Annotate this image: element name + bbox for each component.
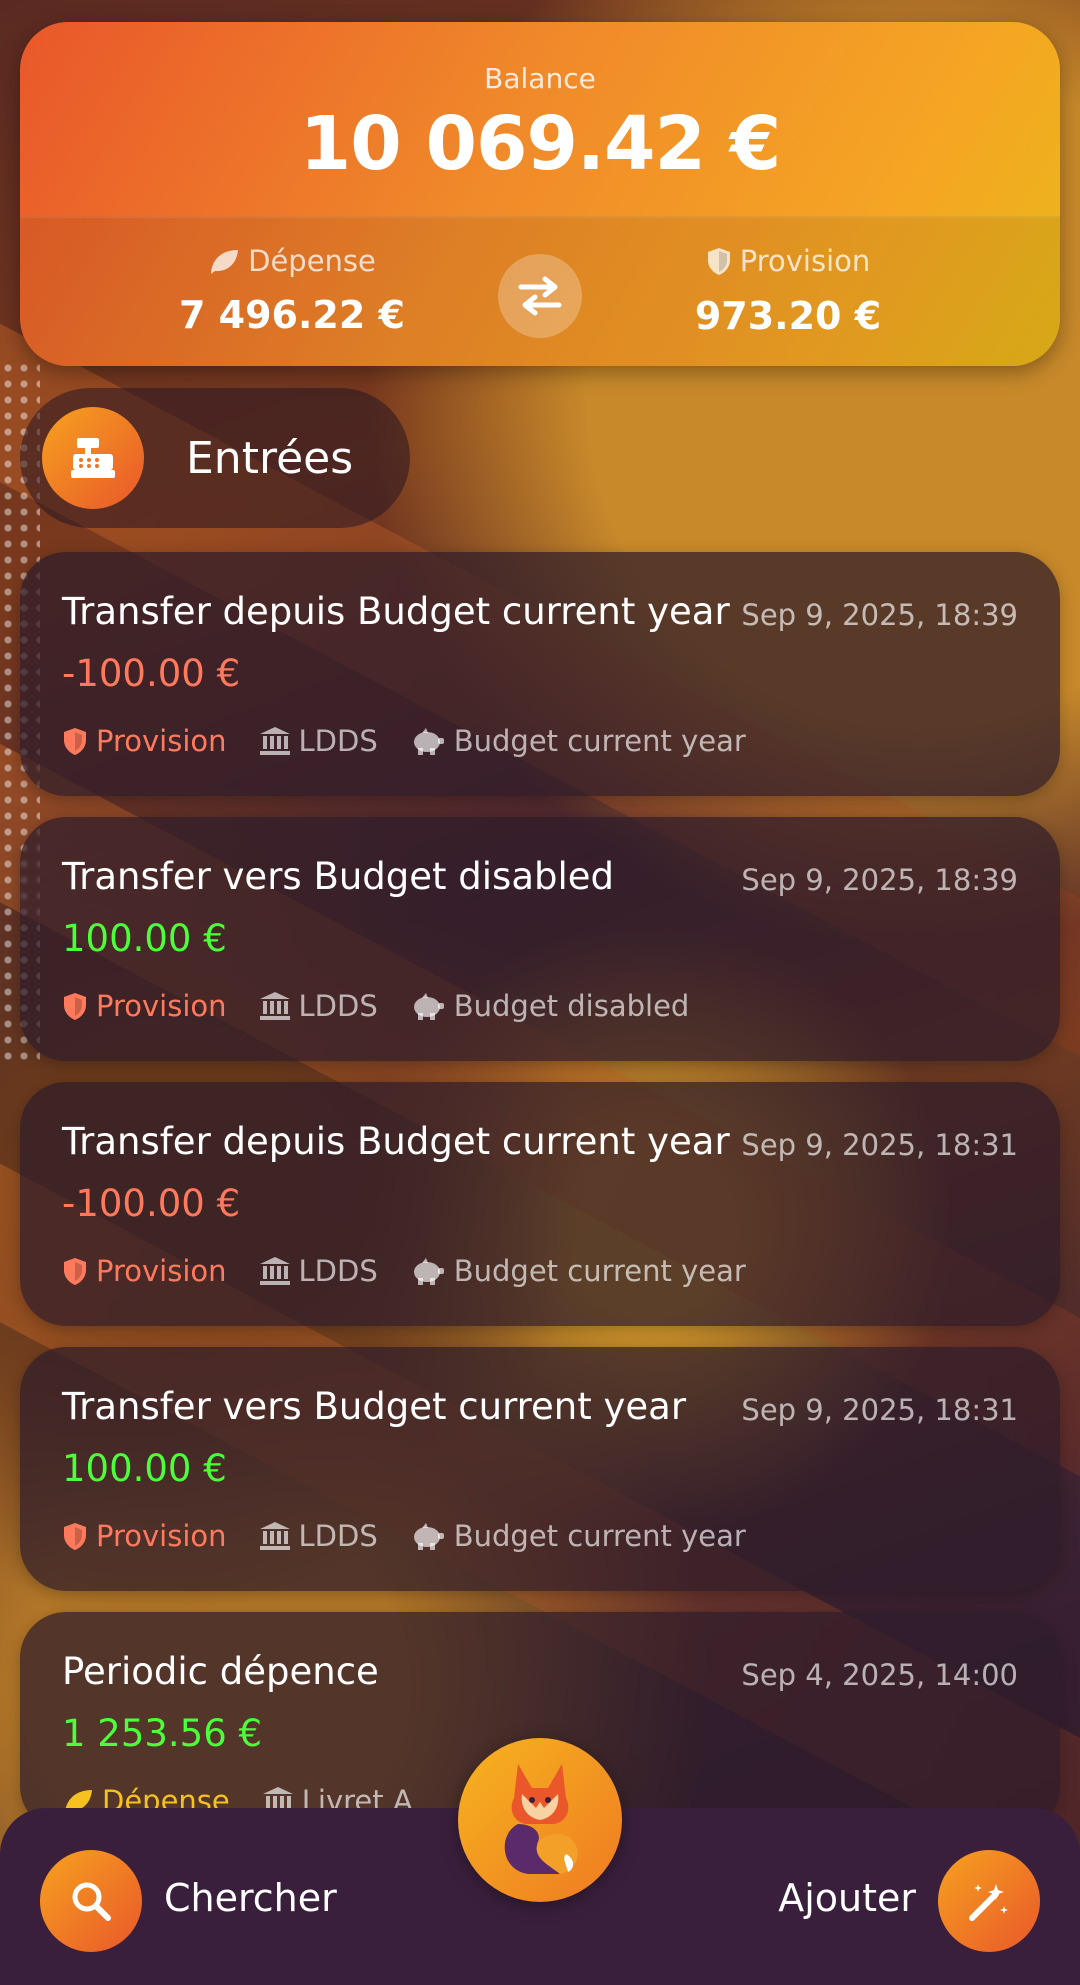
search-icon <box>72 1882 111 1921</box>
search-button[interactable] <box>40 1850 142 1952</box>
piggy-bank-icon <box>413 993 444 1020</box>
entry-title: Transfer vers Budget disabled <box>62 855 615 898</box>
entry-account: LDDS <box>298 1519 378 1553</box>
entry-date: Sep 9, 2025, 18:39 <box>741 598 1018 632</box>
bank-icon <box>259 1522 290 1550</box>
entry-title: Transfer depuis Budget current year <box>62 590 730 633</box>
balance-value: 10 069.42 € <box>299 101 782 187</box>
entry-date: Sep 9, 2025, 18:31 <box>741 1128 1018 1162</box>
entry-type: Provision <box>96 1519 227 1553</box>
entry-budget: Budget current year <box>453 724 746 758</box>
entry-date: Sep 4, 2025, 14:00 <box>741 1658 1018 1692</box>
shield-icon <box>64 1258 86 1285</box>
provision-value: 973.20 € <box>694 294 882 338</box>
leaf-icon <box>211 250 239 274</box>
entry-account: LDDS <box>298 989 378 1023</box>
fox-logo-icon <box>504 1764 578 1874</box>
entry-card[interactable]: Transfer vers Budget disabled Sep 9, 202… <box>20 817 1060 1061</box>
entry-amount: 1 253.56 € <box>62 1712 263 1755</box>
entry-account: LDDS <box>298 724 378 758</box>
expense-stat: Dépense 7 496.22 € <box>112 244 472 337</box>
add-button[interactable] <box>938 1850 1040 1952</box>
entry-card[interactable]: Transfer depuis Budget current year Sep … <box>20 1082 1060 1326</box>
entry-date: Sep 9, 2025, 18:39 <box>741 863 1018 897</box>
fox-logo-button[interactable] <box>458 1738 622 1902</box>
entry-title: Transfer vers Budget current year <box>62 1385 687 1428</box>
entry-amount: -100.00 € <box>62 652 241 695</box>
entry-type: Provision <box>96 989 227 1023</box>
entry-title: Periodic dépence <box>62 1650 379 1693</box>
section-header: Entrées <box>20 388 410 528</box>
search-label[interactable]: Chercher <box>164 1876 337 1920</box>
entry-type: Provision <box>96 1254 227 1288</box>
entry-title: Transfer depuis Budget current year <box>62 1120 730 1163</box>
expense-label: Dépense <box>248 244 376 278</box>
bank-icon <box>259 992 290 1020</box>
piggy-bank-icon <box>413 728 444 755</box>
entry-date: Sep 9, 2025, 18:31 <box>741 1393 1018 1427</box>
section-title: Entrées <box>186 432 354 484</box>
balance-label: Balance <box>484 62 596 95</box>
entry-account: LDDS <box>298 1254 378 1288</box>
entry-type: Provision <box>96 724 227 758</box>
entry-budget: Budget current year <box>453 1254 746 1288</box>
shield-icon <box>707 248 730 275</box>
swap-arrows-icon <box>518 276 562 316</box>
magic-wand-icon <box>969 1884 1008 1921</box>
balance-card: Balance 10 069.42 € Dépense 7 496.22 € P… <box>20 22 1060 366</box>
piggy-bank-icon <box>413 1258 444 1285</box>
cash-register-icon <box>42 407 144 509</box>
shield-icon <box>64 993 86 1020</box>
swap-button[interactable] <box>498 254 582 338</box>
piggy-bank-icon <box>413 1523 444 1550</box>
expense-value: 7 496.22 € <box>179 293 405 337</box>
provision-label: Provision <box>739 244 871 278</box>
entry-amount: 100.00 € <box>62 917 227 960</box>
bank-icon <box>259 727 290 755</box>
entry-amount: -100.00 € <box>62 1182 241 1225</box>
shield-icon <box>64 728 86 755</box>
entry-card[interactable]: Transfer vers Budget current year Sep 9,… <box>20 1347 1060 1591</box>
provision-stat: Provision 973.20 € <box>608 244 968 338</box>
entry-budget: Budget current year <box>453 1519 746 1553</box>
entry-amount: 100.00 € <box>62 1447 227 1490</box>
entry-budget: Budget disabled <box>453 989 690 1023</box>
shield-icon <box>64 1523 86 1550</box>
bank-icon <box>259 1257 290 1285</box>
add-label[interactable]: Ajouter <box>778 1876 916 1920</box>
entry-card[interactable]: Transfer depuis Budget current year Sep … <box>20 552 1060 796</box>
